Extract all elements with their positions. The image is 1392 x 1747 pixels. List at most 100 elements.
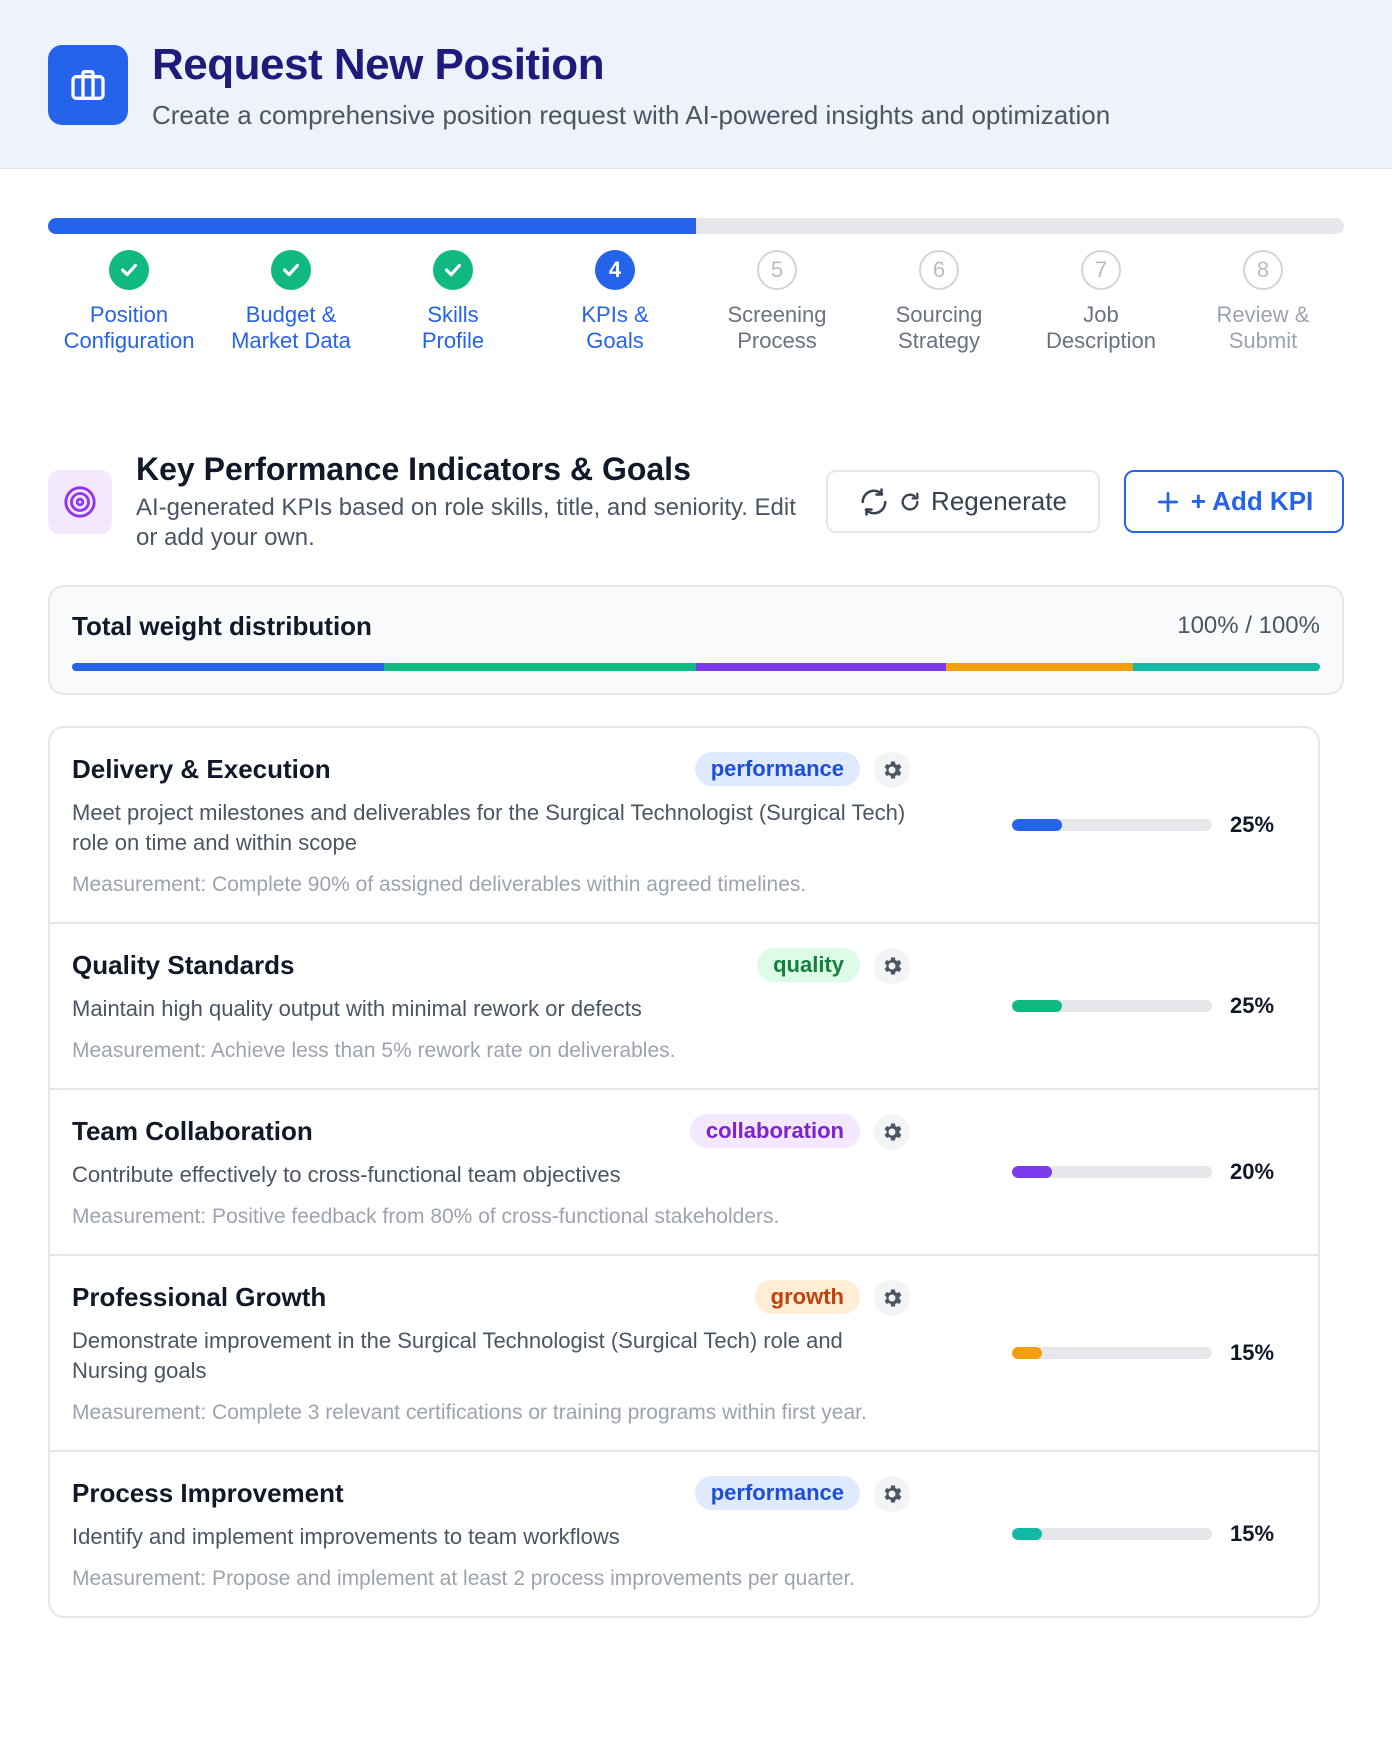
- step-number: 6: [919, 250, 959, 290]
- step-label-line2: Strategy: [898, 328, 980, 353]
- kpi-weight-bar: [1012, 1528, 1212, 1540]
- kpi-category-badge: quality: [757, 948, 860, 982]
- step-label-line2: Configuration: [63, 328, 195, 353]
- kpi-measurement: Measurement: Positive feedback from 80% …: [72, 1205, 780, 1228]
- kpi-title: Team Collaboration: [72, 1116, 313, 1146]
- kpi-title: Professional Growth: [72, 1282, 327, 1312]
- check-icon: [271, 250, 311, 290]
- kpi-weight-fill: [1012, 819, 1062, 831]
- gear-icon[interactable]: [874, 948, 910, 984]
- step-label-line1: Screening: [727, 302, 827, 327]
- kpi-weight-bar: [1012, 1000, 1212, 1012]
- check-icon: [109, 250, 149, 290]
- kpi-description: Identify and implement improvements to t…: [72, 1524, 620, 1549]
- kpi-weight-bar: [1012, 1166, 1212, 1178]
- weight-segment-1: [72, 663, 384, 671]
- step-label-line1: Review &: [1216, 302, 1310, 327]
- weight-segment-4: [945, 663, 1133, 671]
- weight-segment-2: [384, 663, 696, 671]
- wizard-progress-bar: [48, 218, 1344, 234]
- wizard-step-1[interactable]: Position Configuration: [49, 250, 209, 354]
- gear-icon[interactable]: [874, 1476, 910, 1512]
- step-label: Job Description: [1021, 302, 1181, 354]
- wizard-step-4[interactable]: 4 KPIs & Goals: [535, 250, 695, 354]
- step-label-line2: Submit: [1228, 328, 1298, 353]
- step-label-line1: Budget &: [245, 302, 337, 327]
- kpi-row[interactable]: Professional Growth growth Demonstrate imp…: [50, 1254, 1318, 1450]
- kpi-category-badge: performance: [694, 752, 860, 786]
- weight-distribution-card: Total weight distribution 100% / 100%: [48, 585, 1344, 695]
- section-description: AI-generated KPIs based on role skills, …: [136, 494, 796, 551]
- kpi-weight-value: 20%: [1230, 1159, 1275, 1184]
- weight-distribution-total: 100% / 100%: [1177, 612, 1320, 639]
- check-icon: [433, 250, 473, 290]
- plus-icon: [1157, 491, 1178, 512]
- gear-icon[interactable]: [874, 1280, 910, 1316]
- wizard-step-3[interactable]: Skills Profile: [373, 250, 533, 354]
- wizard-step-6[interactable]: 6 Sourcing Strategy: [859, 250, 1019, 354]
- section-title: Key Performance Indicators & Goals: [136, 451, 691, 487]
- wizard-step-2[interactable]: Budget & Market Data: [211, 250, 371, 354]
- regenerate-label: Regenerate: [931, 486, 1067, 516]
- step-label: Position Configuration: [49, 302, 209, 354]
- kpi-weight-fill: [1012, 1528, 1042, 1540]
- target-icon: [48, 470, 112, 534]
- kpi-weight-fill: [1012, 1000, 1062, 1012]
- kpi-row[interactable]: Delivery & Execution performance Meet proj…: [50, 728, 1318, 922]
- kpi-title: Quality Standards: [72, 950, 295, 980]
- kpi-weight-bar: [1012, 1347, 1212, 1359]
- step-label-line1: Position: [89, 302, 169, 327]
- kpi-title: Process Improvement: [72, 1478, 344, 1508]
- wizard-step-8[interactable]: 8 Review & Submit: [1183, 250, 1343, 354]
- wizard-step-7[interactable]: 7 Job Description: [1021, 250, 1181, 354]
- rotate-cw-icon: [901, 492, 919, 510]
- kpi-measurement: Measurement: Propose and implement at le…: [72, 1567, 856, 1590]
- kpi-measurement: Measurement: Complete 3 relevant certifi…: [72, 1401, 867, 1424]
- kpi-weight-bar: [1012, 819, 1212, 831]
- add-kpi-button[interactable]: + Add KPI: [1124, 470, 1344, 533]
- kpi-category-badge: growth: [754, 1280, 860, 1314]
- wizard-progress-fill: [48, 218, 696, 234]
- briefcase-icon: [48, 45, 128, 125]
- kpi-weight-fill: [1012, 1347, 1042, 1359]
- kpi-weight-value: 25%: [1230, 993, 1275, 1018]
- page-subtitle: Create a comprehensive position request …: [152, 100, 1111, 130]
- weight-segment-5: [1132, 663, 1320, 671]
- kpi-row[interactable]: Process Improvement performance Identify a…: [50, 1450, 1318, 1616]
- kpi-weight-value: 25%: [1230, 812, 1275, 837]
- step-label: Budget & Market Data: [211, 302, 371, 354]
- kpi-measurement: Measurement: Complete 90% of assigned de…: [72, 873, 807, 896]
- regenerate-button[interactable]: Regenerate: [826, 470, 1100, 533]
- step-label-line2: Market Data: [231, 328, 351, 353]
- step-label-line1: Sourcing: [895, 302, 983, 327]
- step-label-line2: Profile: [421, 328, 485, 353]
- step-label-line1: Skills: [427, 302, 479, 327]
- kpi-description: Contribute effectively to cross-function…: [72, 1162, 621, 1187]
- kpi-description: Maintain high quality output with minima…: [72, 996, 642, 1021]
- step-label-line2: Process: [737, 328, 817, 353]
- kpi-weight-value: 15%: [1230, 1340, 1275, 1365]
- step-label: KPIs & Goals: [535, 302, 695, 354]
- step-label-line1: Job: [1083, 302, 1119, 327]
- step-number: 7: [1081, 250, 1121, 290]
- kpi-category-badge: collaboration: [689, 1114, 860, 1148]
- step-label: Review & Submit: [1183, 302, 1343, 354]
- kpi-list: Delivery & Execution performance Meet proj…: [48, 726, 1320, 1618]
- kpi-row[interactable]: Quality Standards quality Maintain high qu…: [50, 922, 1318, 1088]
- gear-icon[interactable]: [874, 1114, 910, 1150]
- kpi-description: Demonstrate improvement in the Surgical …: [72, 1328, 843, 1383]
- page-header: Request New Position Create a comprehens…: [0, 0, 1392, 169]
- kpi-weight-fill: [1012, 1166, 1052, 1178]
- step-label-line1: KPIs &: [581, 302, 649, 327]
- step-number: 4: [595, 250, 635, 290]
- wizard-step-5[interactable]: 5 Screening Process: [697, 250, 857, 354]
- gear-icon[interactable]: [874, 752, 910, 788]
- kpi-row[interactable]: Team Collaboration collaboration Contribut…: [50, 1088, 1318, 1254]
- step-label-line2: Description: [1045, 328, 1157, 353]
- refresh-icon: [861, 487, 887, 516]
- weight-segment-3: [696, 663, 946, 671]
- kpi-weight-value: 15%: [1230, 1521, 1275, 1546]
- add-kpi-label: + Add KPI: [1190, 486, 1314, 516]
- kpi-category-badge: performance: [694, 1476, 860, 1510]
- weight-distribution-bar: [72, 663, 1320, 671]
